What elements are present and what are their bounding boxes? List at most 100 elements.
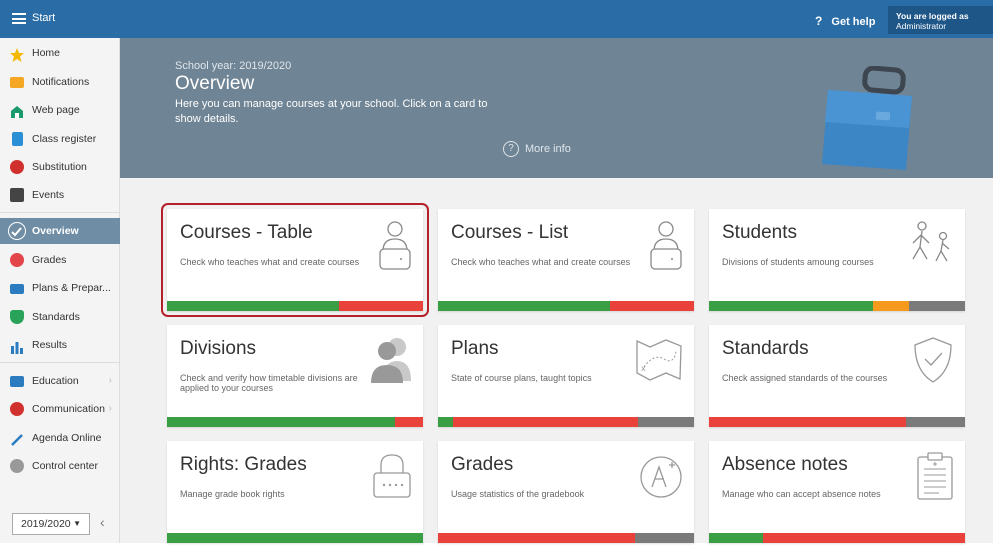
sidebar-item-standards[interactable]: Standards <box>0 304 120 330</box>
get-help-button[interactable]: ? Get help <box>815 14 875 28</box>
status-segment-green <box>709 301 873 311</box>
card-title: Grades <box>451 454 514 475</box>
question-circle-icon: ? <box>503 141 519 157</box>
more-info-link[interactable]: ? More info <box>503 141 571 157</box>
status-segment-red <box>394 417 423 427</box>
card-description: Manage who can accept absence notes <box>722 489 881 499</box>
card-description: Manage grade book rights <box>180 489 285 499</box>
sidebar-item-overview[interactable]: Overview <box>0 218 120 244</box>
sidebar-item-education[interactable]: Education › <box>0 368 120 394</box>
collapse-sidebar-icon[interactable]: ‹ <box>100 514 105 530</box>
clipboard-icon <box>917 452 953 500</box>
sidebar-item-web-page[interactable]: Web page <box>0 97 120 123</box>
school-year-select[interactable]: 2019/2020 ▼ <box>12 513 90 535</box>
book-icon <box>10 376 24 387</box>
sidebar-item-home[interactable]: Home <box>0 40 120 66</box>
page-description: Here you can manage courses at your scho… <box>175 98 488 125</box>
card-title: Absence notes <box>722 454 848 475</box>
card-title: Divisions <box>180 338 257 359</box>
bar-chart-icon <box>10 338 24 354</box>
envelope-icon <box>10 77 24 88</box>
card-rights-grades[interactable]: Rights: Grades Manage grade book rights <box>167 441 423 543</box>
status-segment-green <box>167 301 339 311</box>
top-bar: Start ? Get help You are logged as Admin… <box>0 0 993 38</box>
status-segment-red <box>438 533 636 543</box>
sidebar-item-label: Control center <box>32 460 98 472</box>
page-title: Overview <box>175 73 255 94</box>
chevron-right-icon: › <box>108 375 112 386</box>
card-description: Check and verify how timetable divisions… <box>180 373 358 393</box>
grade-a-plus-icon <box>640 456 682 498</box>
card-status-bar <box>709 417 965 427</box>
hamburger-menu-icon[interactable] <box>12 13 26 24</box>
card-grades[interactable]: Grades Usage statistics of the gradebook <box>438 441 694 543</box>
user-account-badge[interactable]: You are logged as Administrator <box>888 6 993 34</box>
card-title: Courses - Table <box>180 222 313 243</box>
card-absence-notes[interactable]: Absence notes Manage who can accept abse… <box>709 441 965 543</box>
status-segment-red <box>709 417 907 427</box>
sidebar-item-label: Grades <box>32 254 67 266</box>
sidebar-item-label: Communication <box>32 403 105 415</box>
card-description: Check who teaches what and create course… <box>180 257 360 267</box>
briefcase-icon <box>10 284 24 294</box>
card-courses-table[interactable]: Courses - Table Check who teaches what a… <box>161 203 429 317</box>
sidebar-item-substitution[interactable]: Substitution <box>0 154 120 180</box>
sidebar-item-grades[interactable]: Grades <box>0 247 120 273</box>
card-students[interactable]: Students Divisions of students amoung co… <box>709 209 965 311</box>
register-icon <box>12 132 23 146</box>
shield-check-icon <box>914 337 952 383</box>
card-status-bar <box>438 533 694 543</box>
person-icon <box>10 160 24 174</box>
sidebar-item-label: Results <box>32 339 68 351</box>
caret-down-icon: ▼ <box>73 519 81 528</box>
school-year-label: School year: 2019/2020 <box>175 60 292 72</box>
card-courses-list[interactable]: Courses - List Check who teaches what an… <box>438 209 694 311</box>
more-info-label: More info <box>525 142 571 155</box>
card-description: Check who teaches what and create course… <box>451 257 631 267</box>
status-segment-green <box>167 417 395 427</box>
teacher-desk-icon <box>650 221 682 270</box>
walking-students-icon <box>912 221 950 262</box>
sidebar-item-events[interactable]: Events <box>0 182 120 208</box>
chat-icon <box>10 402 24 416</box>
start-link[interactable]: Start <box>32 12 55 24</box>
status-segment-red <box>609 301 694 311</box>
svg-text:x: x <box>641 364 646 373</box>
card-plans[interactable]: Plans State of course plans, taught topi… <box>438 325 694 427</box>
status-segment-red <box>338 301 423 311</box>
sidebar-item-communication[interactable]: Communication › <box>0 396 120 422</box>
card-standards[interactable]: Standards Check assigned standards of th… <box>709 325 965 427</box>
pen-icon <box>10 431 24 446</box>
card-divisions[interactable]: Divisions Check and verify how timetable… <box>167 325 423 427</box>
sidebar-item-notifications[interactable]: Notifications <box>0 69 120 95</box>
sidebar-item-control-center[interactable]: Control center <box>0 453 120 479</box>
sidebar-item-label: Education <box>32 375 79 387</box>
school-year-value: 2019/2020 <box>21 518 71 530</box>
status-segment-gray <box>635 533 694 543</box>
check-circle-icon <box>8 222 26 240</box>
sidebar-item-label: Events <box>32 189 65 201</box>
sidebar-item-class-register[interactable]: Class register <box>0 126 120 152</box>
get-help-label: Get help <box>831 16 876 28</box>
sidebar-item-label: Plans & Prepar... <box>32 282 111 294</box>
card-title: Students <box>722 222 797 243</box>
status-segment-orange <box>872 301 909 311</box>
sidebar-item-plans[interactable]: Plans & Prepar... <box>0 275 120 301</box>
sidebar-divider <box>0 212 120 213</box>
teacher-desk-icon <box>379 221 411 270</box>
status-segment-green <box>438 417 454 427</box>
sidebar-item-label: Overview <box>32 225 79 237</box>
card-description: State of course plans, taught topics <box>451 373 592 383</box>
card-status-bar <box>167 417 423 427</box>
card-status-bar <box>709 533 965 543</box>
sidebar-item-results[interactable]: Results <box>0 332 120 358</box>
status-segment-gray <box>906 417 965 427</box>
card-description: Check assigned standards of the courses <box>722 373 888 383</box>
treasure-map-icon: x <box>636 339 682 381</box>
card-title: Plans <box>451 338 499 359</box>
sidebar-item-agenda-online[interactable]: Agenda Online <box>0 425 120 451</box>
sidebar-item-label: Standards <box>32 311 80 323</box>
question-icon: ? <box>815 14 823 28</box>
card-title: Courses - List <box>451 222 569 243</box>
overview-header: School year: 2019/2020 Overview Here you… <box>120 38 993 178</box>
